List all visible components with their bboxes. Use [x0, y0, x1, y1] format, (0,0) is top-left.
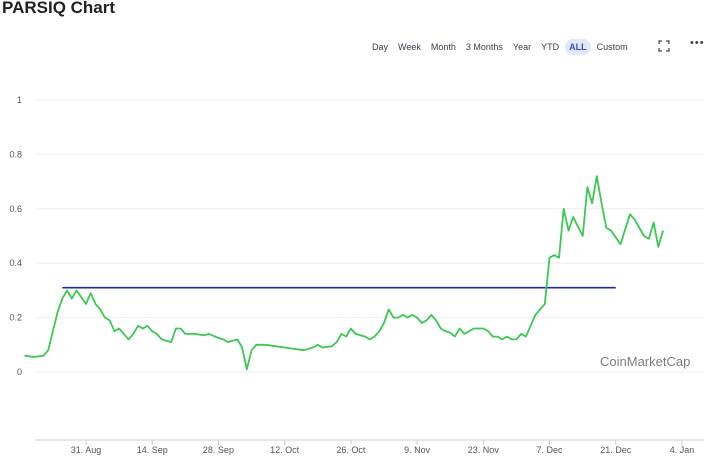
x-tick-label: 21. Dec [600, 445, 632, 455]
y-tick-label: 0.8 [9, 149, 22, 159]
x-tick-label: 23. Nov [468, 445, 500, 455]
y-tick-label: 0.4 [9, 258, 22, 268]
x-tick-label: 31. Aug [71, 445, 102, 455]
y-tick-label: 0.6 [9, 204, 22, 214]
price-chart: 0 0.2 0.4 0.6 0.8 1 31. Aug 14. Sep 28. Sep 12. … [9, 95, 704, 455]
price-line [24, 175, 664, 371]
x-tick-label: 9. Nov [404, 445, 431, 455]
y-tick-label: 0 [17, 367, 22, 377]
x-tick-label: 7. Dec [537, 445, 564, 455]
x-tick-label: 26. Oct [336, 445, 366, 455]
x-tick-label: 28. Sep [203, 445, 234, 455]
x-tick-label: 14. Sep [137, 445, 168, 455]
y-tick-label: 0.2 [9, 313, 22, 323]
watermark: CoinMarketCap [600, 354, 690, 369]
x-tick-label: 12. Oct [270, 445, 300, 455]
x-tick-label: 4. Jan [670, 445, 695, 455]
y-tick-label: 1 [17, 95, 22, 105]
